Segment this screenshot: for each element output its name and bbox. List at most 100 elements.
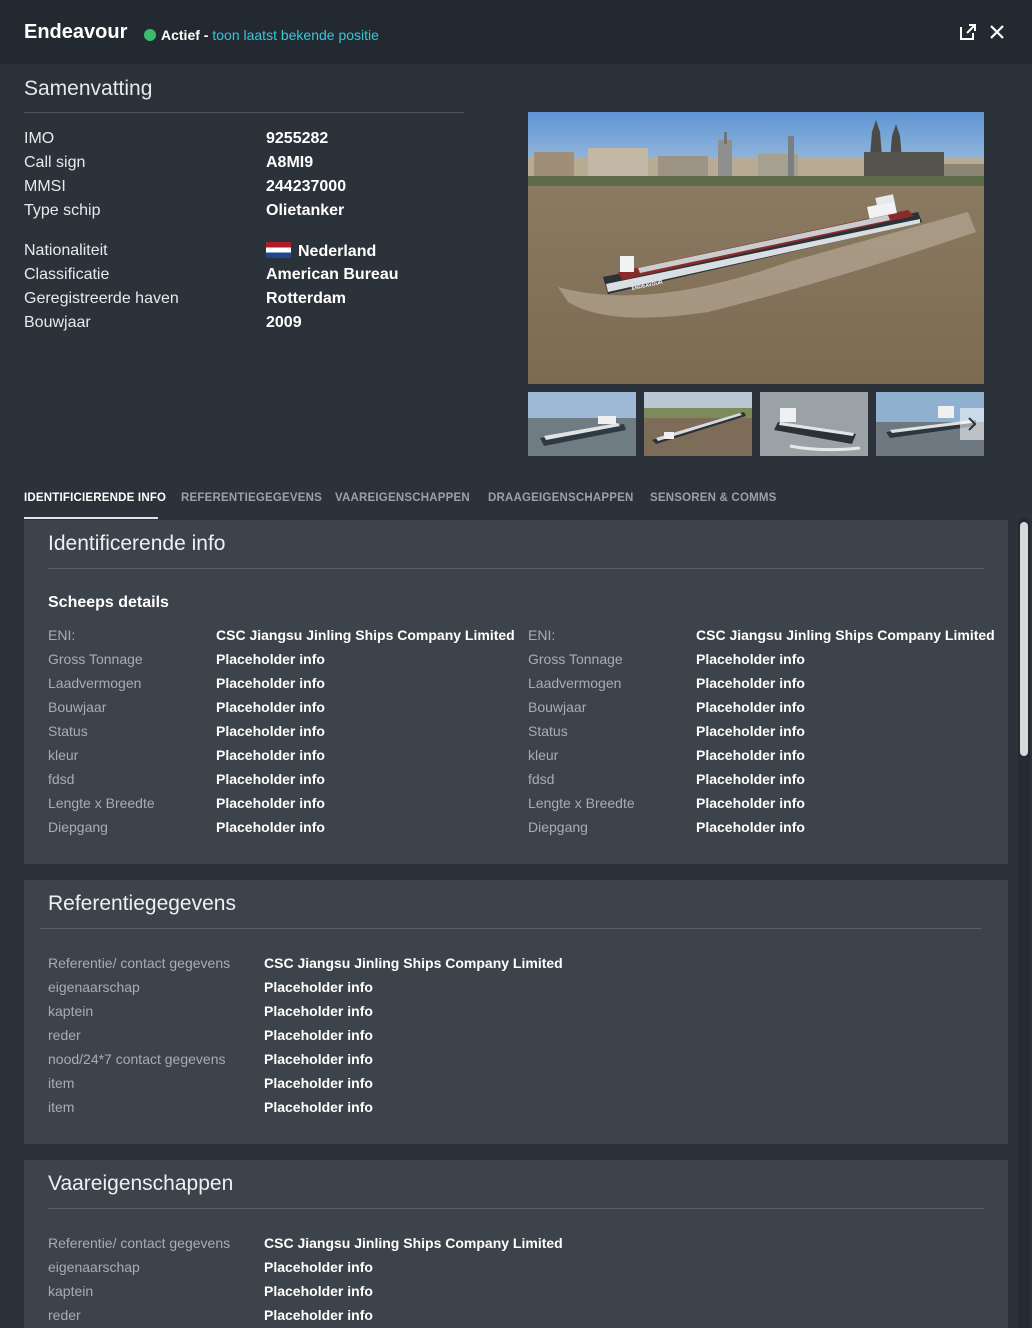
detail-value: CSC Jiangsu Jinling Ships Company Limite…: [696, 627, 995, 643]
detail-value: Placeholder info: [264, 1259, 373, 1275]
tab-draageigenschappen[interactable]: DRAAGEIGENSCHAPPEN: [488, 492, 633, 504]
summary-label: IMO: [24, 130, 55, 147]
detail-value: Placeholder info: [264, 1027, 373, 1043]
detail-value: Placeholder info: [216, 819, 325, 835]
detail-value: Placeholder info: [264, 1283, 373, 1299]
detail-label: nood/24*7 contact gegevens: [48, 1051, 226, 1067]
thumbnail-3[interactable]: [760, 392, 868, 456]
detail-label: Laadvermogen: [528, 675, 622, 691]
tab-sensoren-comms[interactable]: SENSOREN & COMMS: [650, 492, 777, 504]
summary-label: Type schip: [24, 202, 101, 219]
summary-value: 2009: [266, 314, 302, 331]
detail-value: Placeholder info: [216, 771, 325, 787]
summary-row-type: Type schip Olietanker: [24, 200, 464, 224]
detail-value: Placeholder info: [696, 699, 805, 715]
detail-value: Placeholder info: [696, 651, 805, 667]
panel-divider: [48, 1208, 984, 1209]
summary-title: Samenvatting: [24, 77, 153, 100]
detail-label: Lengte x Breedte: [48, 795, 155, 811]
detail-label: Diepgang: [528, 819, 588, 835]
detail-label: kaptein: [48, 1003, 94, 1019]
panel-title: Referentiegegevens: [48, 892, 236, 915]
summary-label: Classificatie: [24, 266, 110, 283]
detail-label: Status: [528, 723, 568, 739]
summary-row-classification: Classificatie American Bureau: [24, 264, 464, 288]
summary-row-port: Geregistreerde haven Rotterdam: [24, 288, 464, 312]
detail-value: Placeholder info: [696, 795, 805, 811]
last-position-link[interactable]: toon laatst bekende positie: [212, 27, 379, 43]
detail-value: CSC Jiangsu Jinling Ships Company Limite…: [216, 627, 515, 643]
detail-label: eigenaarschap: [48, 979, 140, 995]
detail-value: Placeholder info: [216, 675, 325, 691]
detail-value: Placeholder info: [696, 723, 805, 739]
summary-value: Olietanker: [266, 202, 345, 219]
detail-label: reder: [48, 1307, 81, 1323]
tab-identificerende-info[interactable]: IDENTIFICIERENDE INFO: [24, 492, 166, 504]
detail-label: eigenaarschap: [48, 1259, 140, 1275]
detail-label: Gross Tonnage: [48, 651, 143, 667]
summary-row-call-sign: Call sign A8MI9: [24, 152, 464, 176]
thumbnail-1[interactable]: [528, 392, 636, 456]
tab-vaareigenschappen[interactable]: VAAREIGENSCHAPPEN: [335, 492, 470, 504]
summary-row-year: Bouwjaar 2009: [24, 312, 464, 336]
detail-value: Placeholder info: [216, 699, 325, 715]
status-dot-icon: [144, 29, 156, 41]
open-external-icon[interactable]: [958, 22, 978, 42]
panel-title: Vaareigenschappen: [48, 1172, 234, 1195]
detail-value: Placeholder info: [216, 723, 325, 739]
detail-value: CSC Jiangsu Jinling Ships Company Limite…: [264, 955, 563, 971]
detail-label: fdsd: [48, 771, 75, 787]
detail-value: Placeholder info: [264, 1307, 373, 1323]
thumbnail-2[interactable]: [644, 392, 752, 456]
scrollbar-thumb[interactable]: [1020, 522, 1028, 756]
detail-label: Gross Tonnage: [528, 651, 623, 667]
detail-value: Placeholder info: [696, 771, 805, 787]
detail-label: Referentie/ contact gegevens: [48, 1235, 231, 1251]
summary-value: 9255282: [266, 130, 329, 147]
summary-value: Rotterdam: [266, 290, 347, 307]
summary-label: Call sign: [24, 154, 86, 171]
detail-label: Lengte x Breedte: [528, 795, 635, 811]
vessel-title: Endeavour: [24, 21, 128, 43]
status-label: Actief: [161, 27, 200, 43]
header: Endeavour Actief - toon laatst bekende p…: [0, 0, 1032, 64]
detail-value: Placeholder info: [264, 1075, 373, 1091]
detail-value: Placeholder info: [216, 651, 325, 667]
nl-flag-icon: [266, 242, 291, 258]
detail-value: Placeholder info: [264, 1003, 373, 1019]
detail-label: ENI:: [48, 627, 76, 643]
active-tab-indicator: [24, 517, 158, 519]
detail-label: kaptein: [48, 1283, 94, 1299]
detail-value: Placeholder info: [216, 795, 325, 811]
close-icon[interactable]: [987, 22, 1007, 42]
panel-divider: [40, 928, 981, 929]
panel-divider: [48, 568, 984, 569]
detail-label: Bouwjaar: [528, 699, 587, 715]
detail-label: Diepgang: [48, 819, 108, 835]
vessel-photo[interactable]: ENDEAVOUR: [528, 112, 984, 384]
detail-label: Bouwjaar: [48, 699, 107, 715]
tab-referentiegegevens[interactable]: REFERENTIEGEGEVENS: [181, 492, 322, 504]
nationality-value: Nederland: [298, 243, 377, 260]
panel-title: Identificerende info: [48, 532, 226, 555]
detail-label: fdsd: [528, 771, 555, 787]
panel-vaareigenschappen: Vaareigenschappen Referentie/ contact ge…: [24, 1160, 1008, 1328]
detail-label: kleur: [528, 747, 559, 763]
panel-identificerende-info: Identificerende info Scheeps details ENI…: [24, 520, 1008, 864]
detail-value: Placeholder info: [264, 1099, 373, 1115]
status-separator: -: [199, 27, 213, 43]
summary-label: Nationaliteit: [24, 242, 108, 259]
panel-referentiegegevens: Referentiegegevens Referentie/ contact g…: [24, 880, 1008, 1144]
status-line: Actief - toon laatst bekende positie: [161, 27, 379, 43]
detail-label: kleur: [48, 747, 79, 763]
detail-label: reder: [48, 1027, 81, 1043]
detail-label: ENI:: [528, 627, 556, 643]
detail-label: Referentie/ contact gegevens: [48, 955, 231, 971]
chevron-right-icon[interactable]: [960, 408, 984, 440]
detail-label: item: [48, 1099, 75, 1115]
detail-label: item: [48, 1075, 75, 1091]
section-subtitle: Scheeps details: [48, 594, 169, 611]
detail-value: Placeholder info: [264, 979, 373, 995]
detail-value: Placeholder info: [696, 819, 805, 835]
detail-label: Status: [48, 723, 88, 739]
